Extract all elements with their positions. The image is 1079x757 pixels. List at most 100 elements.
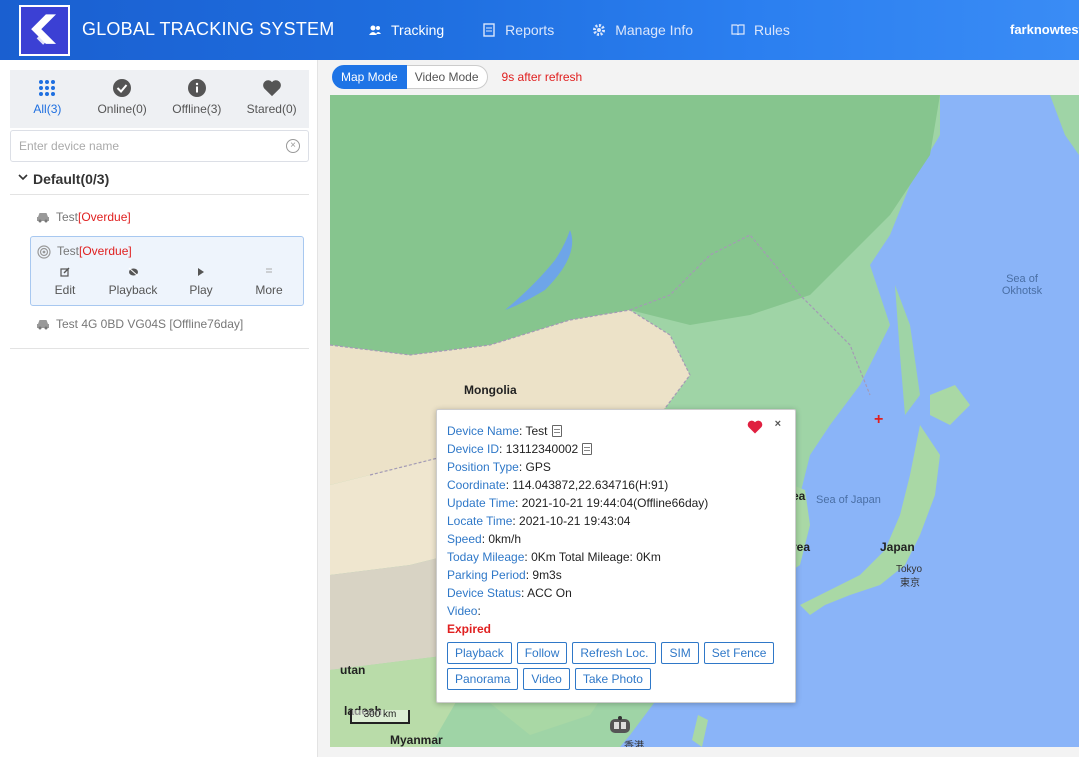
- device-name-value: Test: [525, 424, 548, 438]
- row-video: Video:: [447, 604, 481, 618]
- edit-icon: [60, 267, 70, 279]
- video-button[interactable]: Video: [523, 668, 570, 690]
- info-circle-icon: [187, 78, 207, 98]
- refresh-location-button[interactable]: Refresh Loc.: [572, 642, 657, 664]
- user-name[interactable]: farknowtest: [1010, 22, 1079, 37]
- nav-reports[interactable]: Reports: [482, 0, 554, 60]
- close-icon[interactable]: ×: [775, 418, 781, 430]
- playback-button[interactable]: Playback: [447, 642, 512, 664]
- map-label-sea-japan: Sea of Japan: [816, 494, 881, 506]
- device-filters: All(3) Online(0) Offline(3) Stared(0): [10, 70, 309, 128]
- more-button[interactable]: More: [235, 265, 303, 303]
- map-label-tokyo-cjk: 東京: [900, 578, 920, 589]
- row-coordinate: Coordinate: 114.043872,22.634716(H:91): [447, 478, 669, 492]
- edit-label: Edit: [54, 283, 76, 297]
- check-circle-icon: [112, 78, 132, 98]
- device-row[interactable]: Test 4G 0BD VG04S [Offline76day]: [30, 309, 304, 339]
- row-device-status: Device Status: ACC On: [447, 586, 572, 600]
- more-label: More: [255, 283, 283, 297]
- car-icon: [36, 318, 50, 330]
- row-parking-period: Parking Period: 9m3s: [447, 568, 562, 582]
- row-speed: Speed: 0km/h: [447, 532, 522, 546]
- map-label-bhutan: utan: [340, 663, 366, 677]
- sim-button[interactable]: SIM: [661, 642, 699, 664]
- edit-button[interactable]: Edit: [31, 265, 99, 303]
- play-button[interactable]: Play: [167, 265, 235, 303]
- book-icon: [731, 23, 745, 37]
- row-update-time: Update Time: 2021-10-21 19:44:04(Offline…: [447, 496, 709, 510]
- filter-stared[interactable]: Stared(0): [234, 70, 309, 128]
- group-label: Default(0/3): [33, 171, 110, 187]
- expired-status: Expired: [447, 622, 492, 636]
- map-scale: 300 km: [350, 710, 410, 724]
- row-position-type: Position Type: GPS: [447, 460, 551, 474]
- device-row[interactable]: Test [Overdue]: [31, 237, 303, 265]
- map-label-myanmar: Myanmar: [390, 733, 443, 747]
- device-item-selected[interactable]: Test [Overdue] Edit Playback Play More: [30, 236, 304, 306]
- row-device-name: Device Name: Test: [447, 422, 708, 440]
- app-title: GLOBAL TRACKING SYSTEM: [82, 19, 335, 39]
- set-fence-button[interactable]: Set Fence: [703, 642, 775, 664]
- crosshair-icon: +: [874, 411, 884, 428]
- device-item[interactable]: Test [Overdue]: [30, 202, 304, 232]
- gear-icon: [592, 23, 606, 37]
- copy-icon[interactable]: [582, 443, 593, 455]
- signal-icon: [37, 245, 51, 259]
- nav-tracking[interactable]: Tracking: [368, 0, 444, 60]
- playback-label: Playback: [108, 283, 158, 297]
- device-status: [Overdue]: [78, 210, 131, 224]
- device-group-default[interactable]: Default(0/3): [10, 165, 309, 195]
- clear-icon[interactable]: ×: [286, 139, 300, 153]
- device-id-value: 13112340002: [505, 442, 579, 456]
- take-photo-button[interactable]: Take Photo: [574, 668, 651, 690]
- map-label-mongolia: Mongolia: [464, 383, 517, 397]
- filter-all-label: All(3): [33, 102, 62, 116]
- copy-icon[interactable]: [551, 425, 562, 437]
- chevron-down-icon[interactable]: [18, 173, 28, 184]
- device-search-input[interactable]: [11, 131, 271, 161]
- video-mode-button[interactable]: Video Mode: [406, 65, 488, 89]
- device-sidebar: All(3) Online(0) Offline(3) Stared(0) ×: [0, 60, 318, 757]
- top-header: GLOBAL TRACKING SYSTEM Tracking Reports …: [0, 0, 1079, 60]
- nav-manage-info-label: Manage Info: [615, 22, 694, 38]
- map-label-sea-okhotsk: Sea of Okhotsk: [1001, 273, 1043, 297]
- playback-button[interactable]: Playback: [99, 265, 167, 303]
- device-name: Test: [56, 210, 79, 224]
- row-mileage: Today Mileage: 0Km Total Mileage: 0Km: [447, 550, 661, 564]
- app-logo[interactable]: [19, 5, 70, 56]
- users-icon: [368, 23, 382, 37]
- device-name: Test 4G 0BD VG04S [Offline76day]: [56, 317, 244, 331]
- playback-icon: [128, 267, 139, 279]
- popup-details: Device Name: Test Device ID: 13112340002…: [447, 422, 708, 638]
- nav-manage-info[interactable]: Manage Info: [592, 0, 693, 60]
- favorite-heart-icon[interactable]: [747, 420, 763, 434]
- device-name: Test: [57, 244, 80, 258]
- map-label-hongkong: 香港: [624, 741, 644, 747]
- car-icon: [36, 211, 50, 223]
- filter-offline[interactable]: Offline(3): [160, 70, 235, 128]
- report-icon: [482, 23, 496, 37]
- follow-button[interactable]: Follow: [516, 642, 568, 664]
- filter-online-label: Online(0): [97, 102, 147, 116]
- row-device-id: Device ID: 13112340002: [447, 440, 708, 458]
- bottom-strip: [330, 747, 1079, 757]
- nav-tracking-label: Tracking: [391, 22, 445, 38]
- panorama-button[interactable]: Panorama: [447, 668, 519, 690]
- vehicle-marker-icon[interactable]: [607, 715, 633, 737]
- row-locate-time: Locate Time: 2021-10-21 19:43:04: [447, 514, 631, 528]
- filter-all[interactable]: All(3): [10, 70, 85, 128]
- map-label-japan: Japan: [880, 540, 915, 554]
- device-status: [Overdue]: [79, 244, 132, 258]
- more-icon: [265, 267, 273, 279]
- device-row[interactable]: Test [Overdue]: [30, 202, 304, 232]
- filter-online[interactable]: Online(0): [85, 70, 160, 128]
- nav-rules-label: Rules: [754, 22, 790, 38]
- grid-icon: [37, 78, 57, 98]
- map-mode-button[interactable]: Map Mode: [332, 65, 407, 89]
- main-nav: Tracking Reports Manage Info Rules: [368, 0, 828, 60]
- device-actions: Edit Playback Play More: [31, 265, 303, 303]
- device-item[interactable]: Test 4G 0BD VG04S [Offline76day]: [30, 309, 304, 339]
- nav-rules[interactable]: Rules: [731, 0, 790, 60]
- filter-offline-label: Offline(3): [172, 102, 222, 116]
- nav-reports-label: Reports: [505, 22, 555, 38]
